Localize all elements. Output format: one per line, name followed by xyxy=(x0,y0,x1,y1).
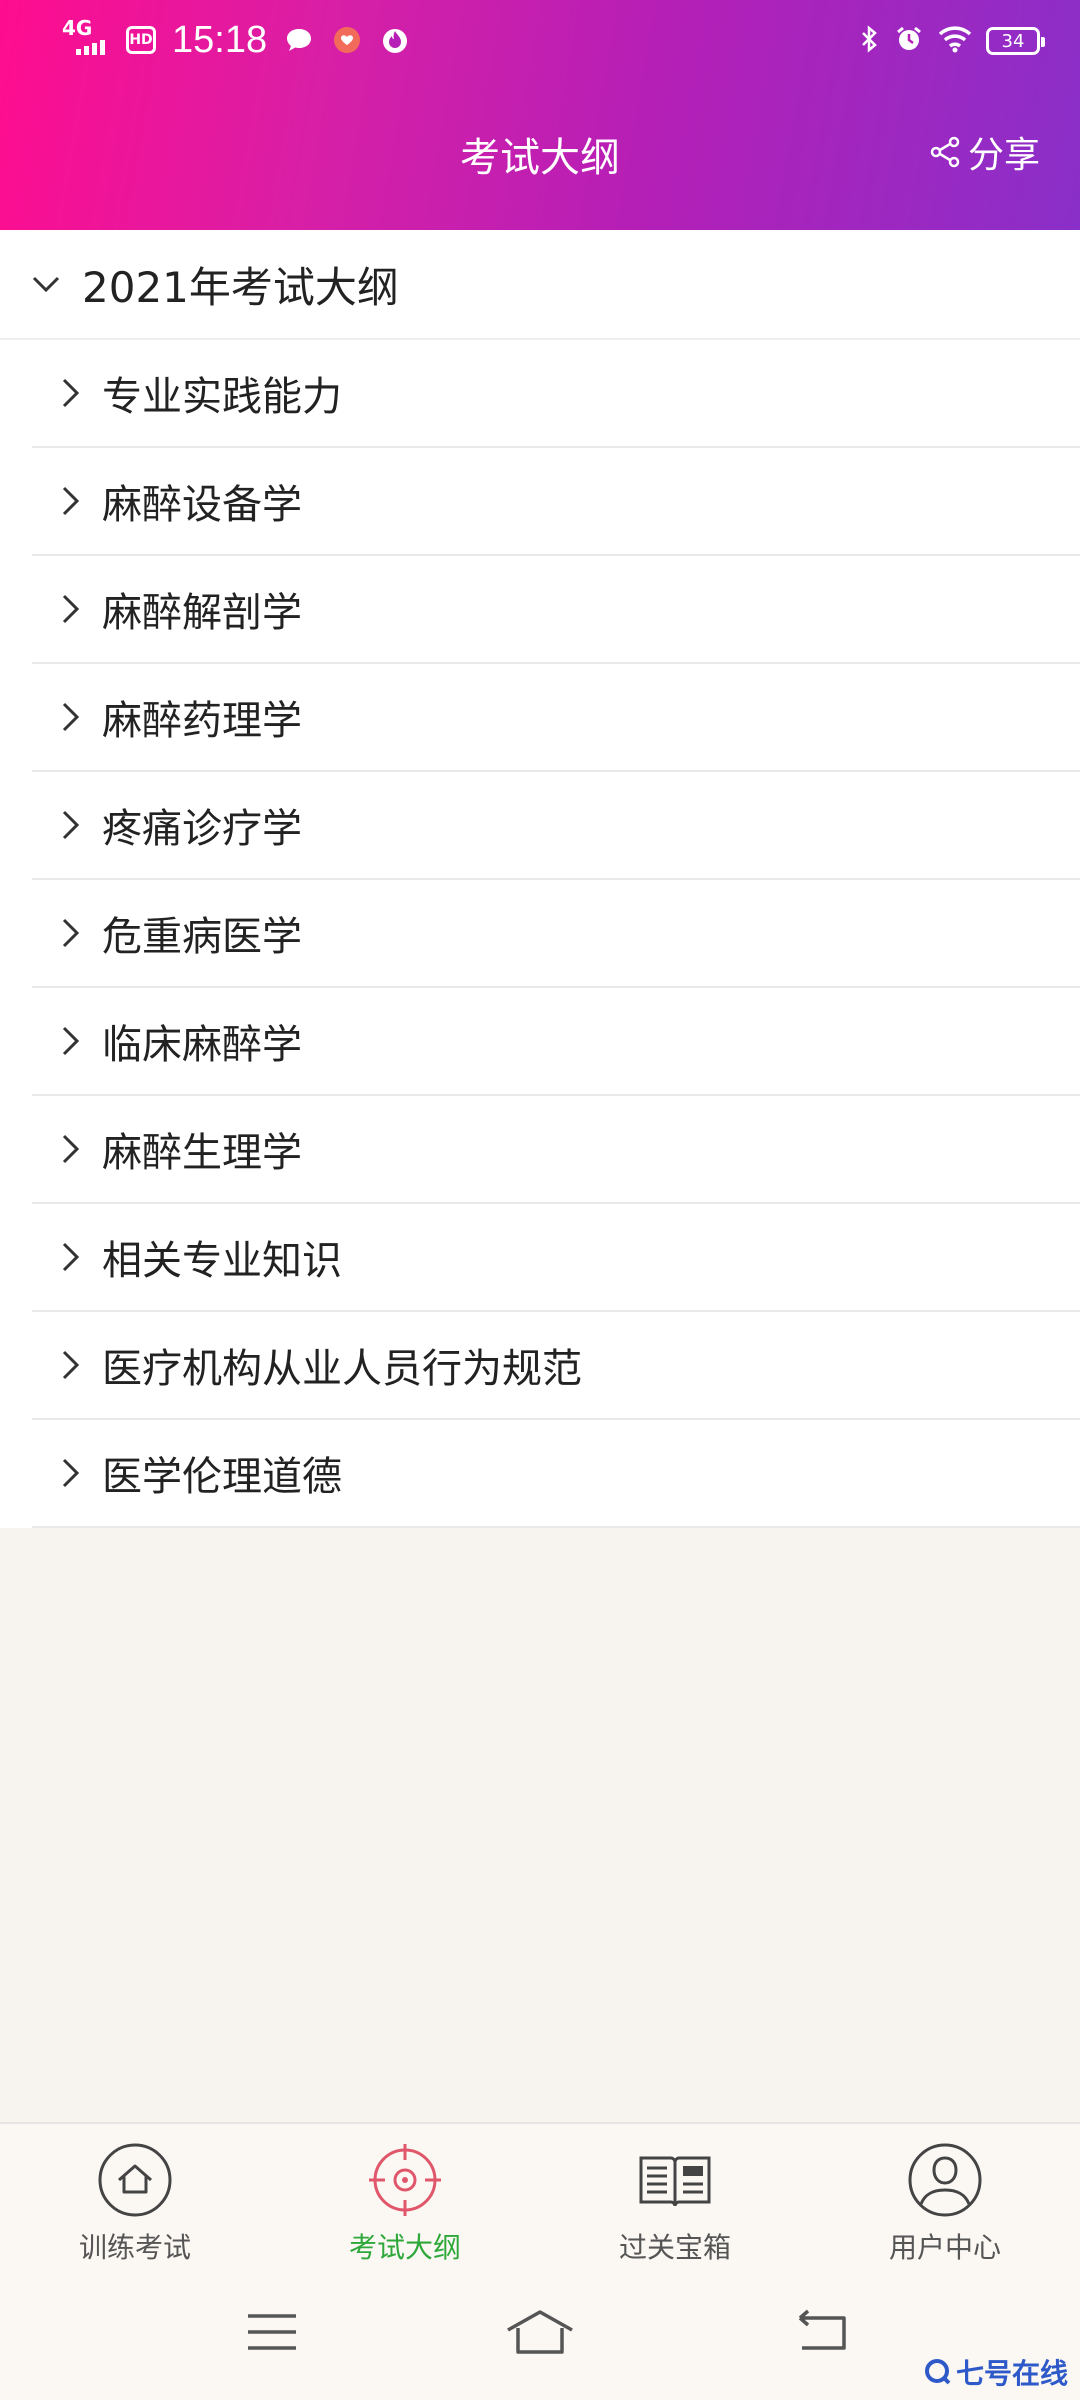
outline-item-label: 麻醉药理学 xyxy=(102,698,302,744)
flame-app-icon xyxy=(379,24,411,56)
outline-item[interactable]: 医学伦理道德 xyxy=(32,1420,1080,1528)
outline-item-label: 疼痛诊疗学 xyxy=(102,806,302,852)
outline-group-header[interactable]: 2021年考试大纲 xyxy=(0,230,1080,340)
outline-item[interactable]: 麻醉生理学 xyxy=(32,1096,1080,1204)
tab-label: 用户中心 xyxy=(888,2231,1001,2264)
outline-item[interactable]: 麻醉设备学 xyxy=(32,448,1080,556)
share-label: 分享 xyxy=(967,135,1040,176)
home-button[interactable] xyxy=(504,2308,576,2360)
hd-badge: HD xyxy=(126,26,156,54)
chevron-right-icon xyxy=(62,702,80,732)
chevron-right-icon xyxy=(62,1458,80,1488)
signal-icon: 4G xyxy=(62,18,110,62)
page-title: 考试大纲 xyxy=(460,135,620,181)
outline-item[interactable]: 医疗机构从业人员行为规范 xyxy=(32,1312,1080,1420)
alarm-icon xyxy=(894,24,924,58)
chevron-right-icon xyxy=(62,918,80,948)
app-notification-icon xyxy=(331,24,363,56)
home-icon xyxy=(98,2143,172,2217)
outline-item-label: 危重病医学 xyxy=(102,914,302,960)
status-bar: 4G HD 15:18 34 xyxy=(0,0,1080,90)
outline-item-label: 麻醉设备学 xyxy=(102,482,302,528)
user-icon xyxy=(908,2143,982,2217)
tab-exam-outline[interactable]: 考试大纲 xyxy=(270,2124,540,2274)
bottom-nav: 训练考试 考试大纲 过关宝箱 用户中心 xyxy=(0,2122,1080,2274)
outline-item[interactable]: 麻醉解剖学 xyxy=(32,556,1080,664)
chevron-right-icon xyxy=(62,378,80,408)
wifi-icon xyxy=(938,25,972,57)
outline-list: 2021年考试大纲 专业实践能力 麻醉设备学 麻醉解剖学 麻醉药理学 疼痛诊疗学… xyxy=(0,230,1080,1528)
chevron-right-icon xyxy=(62,810,80,840)
outline-item-label: 医学伦理道德 xyxy=(102,1454,342,1500)
tab-label: 训练考试 xyxy=(78,2231,191,2264)
tab-label: 过关宝箱 xyxy=(618,2231,731,2264)
chevron-right-icon xyxy=(62,1026,80,1056)
battery-icon: 34 xyxy=(986,27,1045,55)
outline-item[interactable]: 临床麻醉学 xyxy=(32,988,1080,1096)
outline-item-label: 专业实践能力 xyxy=(102,374,342,420)
target-icon xyxy=(369,2144,441,2216)
outline-item[interactable]: 麻醉药理学 xyxy=(32,664,1080,772)
tab-user-center[interactable]: 用户中心 xyxy=(810,2124,1080,2274)
outline-item-label: 医疗机构从业人员行为规范 xyxy=(102,1346,582,1392)
back-button[interactable] xyxy=(794,2308,854,2360)
tab-treasure-box[interactable]: 过关宝箱 xyxy=(540,2124,810,2274)
outline-item[interactable]: 危重病医学 xyxy=(32,880,1080,988)
chevron-right-icon xyxy=(62,486,80,516)
outline-item[interactable]: 相关专业知识 xyxy=(32,1204,1080,1312)
outline-item-label: 麻醉解剖学 xyxy=(102,590,302,636)
news-book-icon xyxy=(639,2156,711,2207)
bluetooth-icon xyxy=(860,24,880,58)
share-icon xyxy=(930,136,960,168)
menu-button[interactable] xyxy=(244,2308,300,2360)
tab-label: 考试大纲 xyxy=(348,2231,461,2264)
chat-bubble-icon xyxy=(283,24,315,56)
share-button[interactable]: 分享 xyxy=(928,126,1040,178)
watermark-logo-icon xyxy=(924,2359,951,2385)
chevron-down-icon xyxy=(32,276,60,293)
home-outline-icon xyxy=(507,2310,573,2354)
status-time: 15:18 xyxy=(172,18,268,61)
outline-item[interactable]: 专业实践能力 xyxy=(32,340,1080,448)
outline-item[interactable]: 疼痛诊疗学 xyxy=(32,772,1080,880)
outline-item-label: 临床麻醉学 xyxy=(102,1022,302,1068)
header-bar: 4G HD 15:18 34 考试大纲 分享 xyxy=(0,0,1080,230)
tab-training-exam[interactable]: 训练考试 xyxy=(0,2124,270,2274)
watermark: 七号在线 xyxy=(924,2352,1068,2392)
watermark-text: 七号在线 xyxy=(955,2357,1068,2390)
system-nav-bar: 七号在线 xyxy=(0,2272,1080,2400)
chevron-right-icon xyxy=(62,1242,80,1272)
outline-item-label: 相关专业知识 xyxy=(102,1238,342,1284)
menu-icon xyxy=(248,2314,296,2350)
chevron-right-icon xyxy=(62,1134,80,1164)
chevron-right-icon xyxy=(62,1350,80,1380)
outline-item-label: 麻醉生理学 xyxy=(102,1130,302,1176)
outline-group-title: 2021年考试大纲 xyxy=(82,262,399,312)
back-icon xyxy=(798,2309,846,2350)
chevron-right-icon xyxy=(62,594,80,624)
